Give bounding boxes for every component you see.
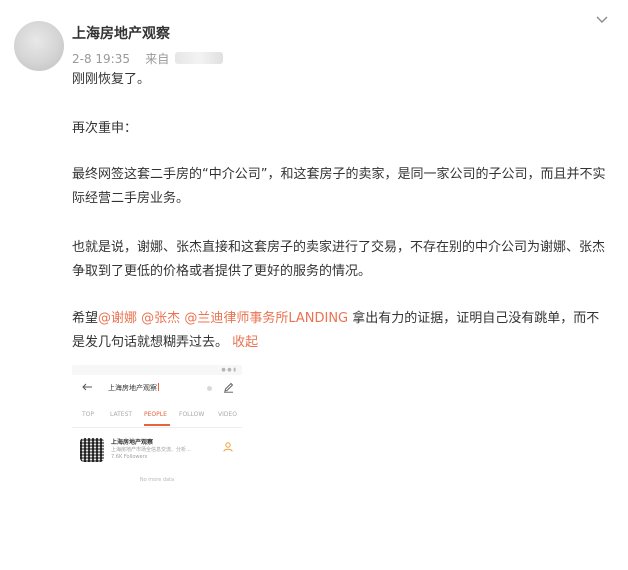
status-indicators: ● ● ▮ xyxy=(221,367,236,373)
arrow-left-icon xyxy=(82,383,92,391)
tab-people: PEOPLE xyxy=(144,411,167,418)
paragraph-1: 刚刚恢复了。 xyxy=(72,72,151,87)
result-avatar xyxy=(80,438,104,462)
search-query: 上海房地产观察 xyxy=(108,383,159,392)
tab-latest: LATEST xyxy=(110,411,133,418)
add-user-icon xyxy=(223,442,233,452)
chevron-down-icon[interactable] xyxy=(594,12,610,28)
tab-top: TOP xyxy=(82,411,95,418)
status-bar: ● ● ▮ xyxy=(72,365,242,375)
search-bar: 上海房地产观察 xyxy=(72,377,242,401)
clear-icon xyxy=(207,386,212,391)
divider xyxy=(72,427,242,428)
result-name: 上海房地产观察 xyxy=(111,439,154,446)
result-description: 上海房地产市场全信息交流、分析... xyxy=(111,447,191,453)
closing-prefix: 希望 xyxy=(72,311,99,326)
tab-video: VIDEO xyxy=(218,411,238,418)
result-followers: 7.6K Followers xyxy=(111,454,148,460)
post-time[interactable]: 2-8 19:35 xyxy=(72,52,130,66)
post-meta: 2-8 19:35 来自 xyxy=(72,50,224,67)
paragraph-4: 也就是说，谢娜、张杰直接和这套房子的卖家进行了交易，不存在别的中介公司为谢娜、张… xyxy=(72,240,606,279)
search-tabs: TOP LATEST PEOPLE FOLLOW VIDEO xyxy=(72,408,242,426)
no-more-data: No more data xyxy=(139,477,175,483)
avatar[interactable] xyxy=(14,21,64,71)
paragraph-3: 最终网签这套二手房的“中介公司”，和这套房子的卖家，是同一家公司的子公司，而且并… xyxy=(72,167,606,206)
mention-zhangjie[interactable]: @张杰 xyxy=(141,311,180,326)
active-tab-indicator xyxy=(144,424,170,426)
weibo-post: 上海房地产观察 2-8 19:35 来自 刚刚恢复了。 再次重申： 最终网签这套… xyxy=(0,0,628,570)
embedded-screenshot[interactable]: ● ● ▮ 上海房地产观察 TOP LATEST PEOPLE FOLLOW V… xyxy=(72,365,242,495)
blurred-source xyxy=(175,52,224,64)
tab-follow: FOLLOW xyxy=(179,411,205,418)
collapse-link[interactable]: 收起 xyxy=(232,335,258,350)
pen-icon xyxy=(224,382,234,393)
author-name[interactable]: 上海房地产观察 xyxy=(72,23,170,43)
search-result-row: 上海房地产观察 上海房地产市场全信息交流、分析... 7.6K Follower… xyxy=(72,435,242,467)
mention-xiena[interactable]: @谢娜 xyxy=(98,311,137,326)
mention-landing-law-firm[interactable]: @兰迪律师事务所LANDING xyxy=(184,311,348,326)
post-source-label: 来自 xyxy=(145,52,170,66)
paragraph-5: 希望@谢娜 @张杰 @兰迪律师事务所LANDING 拿出有力的证据，证明自己没有… xyxy=(72,307,612,355)
paragraph-2: 再次重申： xyxy=(72,121,138,136)
